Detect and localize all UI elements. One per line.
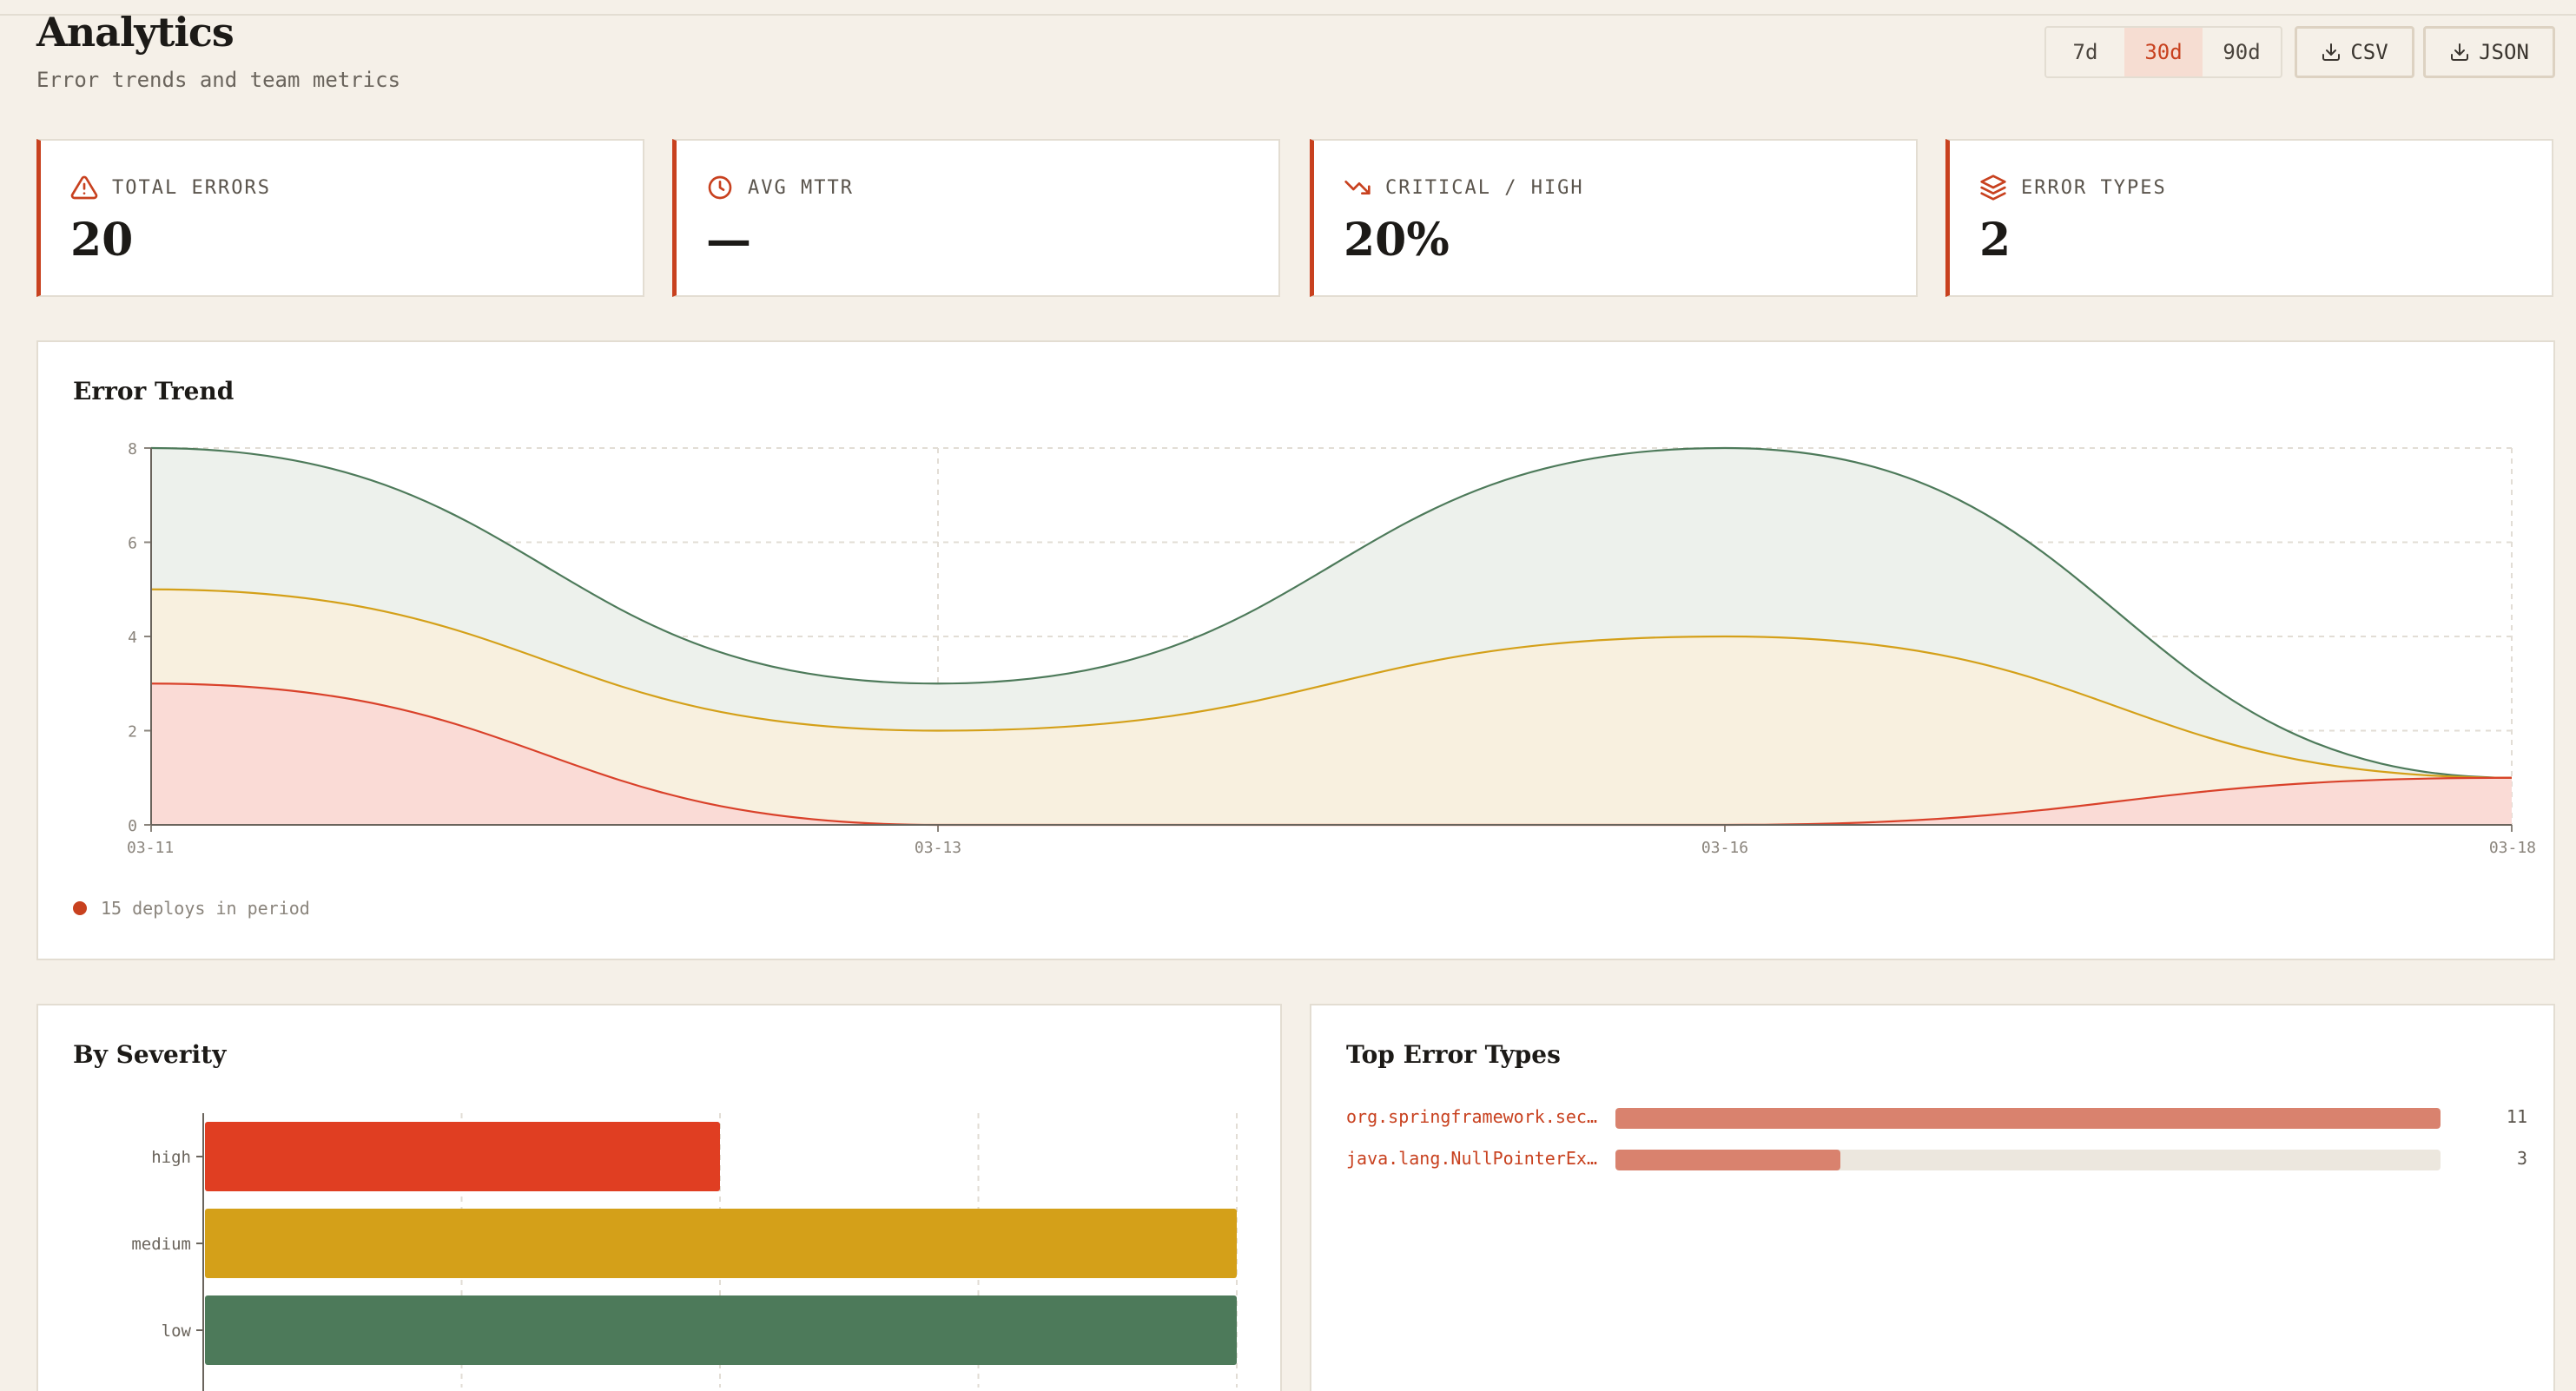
range-7d-button[interactable]: 7d [2046, 28, 2124, 76]
top-error-row[interactable]: org.springframework.sec… 11 [1346, 1106, 2527, 1132]
deploy-dot [73, 901, 87, 915]
top-error-name[interactable]: org.springframework.sec… [1346, 1106, 1607, 1127]
export-json-button[interactable]: JSON [2423, 26, 2555, 78]
severity-bar [205, 1295, 1237, 1365]
x-tick-label: 03-13 [915, 839, 961, 857]
stat-label: TOTAL ERRORS [112, 176, 271, 199]
range-30d-button[interactable]: 30d [2124, 28, 2203, 76]
trending-down-icon [1344, 181, 1371, 194]
y-tick-label: 0 [128, 817, 137, 835]
clock-icon [708, 175, 732, 200]
severity-bar [205, 1122, 720, 1191]
top-error-name[interactable]: java.lang.NullPointerEx… [1346, 1148, 1607, 1169]
y-tick-label: low [162, 1322, 192, 1341]
y-tick-label: medium [131, 1235, 191, 1254]
x-tick-label: 03-11 [127, 839, 174, 857]
stat-label: CRITICAL / HIGH [1385, 176, 1584, 199]
deploy-note-text: 15 deploys in period [101, 898, 310, 919]
page-header: Analytics Error trends and team metrics [36, 9, 400, 92]
top-error-row[interactable]: java.lang.NullPointerEx… 3 [1346, 1148, 2527, 1174]
page-title: Analytics [36, 9, 234, 56]
x-tick-label: 03-16 [1701, 839, 1748, 857]
top-error-count: 3 [2516, 1148, 2527, 1169]
range-selector: 7d 30d 90d [2044, 26, 2282, 78]
download-icon [2451, 43, 2469, 61]
top-error-types-panel: Top Error Types org.springframework.sec…… [1310, 1004, 2555, 1391]
x-tick-label: 03-18 [2489, 839, 2536, 857]
by-severity-panel: By Severity high medium low [36, 1004, 1282, 1391]
y-tick-label: 2 [128, 723, 137, 742]
stat-card-total-errors: TOTAL ERRORS 20 [36, 139, 644, 297]
top-error-bar-track [1615, 1150, 2441, 1170]
page-subtitle: Error trends and team metrics [36, 68, 401, 92]
stat-card-avg-mttr: AVG MTTR — [672, 139, 1280, 297]
stat-value: 20% [1344, 214, 1450, 267]
y-tick-label: 4 [128, 629, 137, 647]
deploy-note: 15 deploys in period [73, 898, 310, 919]
top-error-bar-track [1615, 1108, 2441, 1129]
y-tick-label: 8 [128, 440, 137, 458]
stat-value: 2 [1979, 214, 2011, 267]
download-icon [2322, 43, 2341, 61]
stat-label: ERROR TYPES [2021, 176, 2167, 199]
by-severity-chart: high medium low [131, 1113, 1238, 1391]
stat-value: — [706, 214, 751, 267]
range-90d-button[interactable]: 90d [2203, 28, 2281, 76]
export-csv-label: CSV [2350, 40, 2388, 64]
alert-triangle-icon [70, 175, 98, 200]
panel-title: Top Error Types [1346, 1040, 1561, 1069]
y-tick-label: high [151, 1148, 191, 1167]
export-csv-button[interactable]: CSV [2295, 26, 2414, 78]
stat-card-error-types: ERROR TYPES 2 [1945, 139, 2553, 297]
top-error-bar-fill [1615, 1150, 1841, 1170]
layers-icon [1980, 175, 2006, 201]
stat-card-critical-high: CRITICAL / HIGH 20% [1310, 139, 1918, 297]
top-error-bar-fill [1615, 1108, 2441, 1129]
severity-bar [205, 1209, 1237, 1278]
error-trend-panel: Error Trend 0 2 4 6 8 03-11 03-13 03-16 03-18 15… [36, 340, 2555, 960]
export-json-label: JSON [2479, 40, 2529, 64]
y-tick-label: 6 [128, 535, 137, 553]
stat-value: 20 [70, 214, 134, 267]
stat-label: AVG MTTR [748, 176, 854, 199]
error-trend-chart: 0 2 4 6 8 03-11 03-13 03-16 03-18 [127, 440, 2536, 857]
top-error-count: 11 [2506, 1106, 2527, 1127]
